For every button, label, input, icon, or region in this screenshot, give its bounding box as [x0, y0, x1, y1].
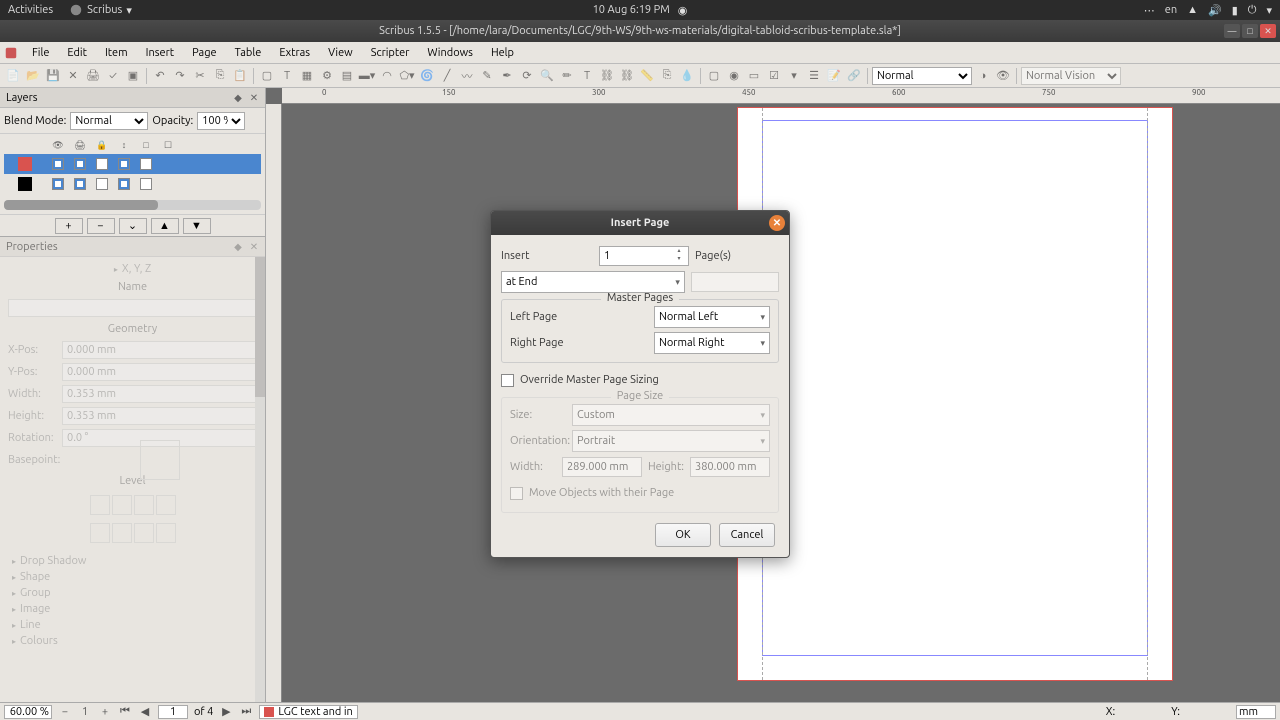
page-size-title: Page Size — [611, 390, 670, 402]
right-page-select[interactable]: Normal Right — [654, 332, 770, 354]
page-height-input — [690, 457, 770, 477]
spinner-down-icon[interactable]: ▾ — [674, 256, 684, 264]
master-pages-title: Master Pages — [601, 292, 679, 304]
right-page-label: Right Page — [510, 337, 648, 349]
move-objects-checkbox — [510, 487, 523, 500]
dialog-overlay: Insert Page ✕ Insert ▴▾ Page(s) at End M… — [0, 0, 1280, 720]
page-width-input — [562, 457, 642, 477]
page-height-label: Height: — [648, 461, 684, 473]
move-objects-label: Move Objects with their Page — [529, 487, 674, 499]
insert-label: Insert — [501, 250, 593, 262]
ok-button[interactable]: OK — [655, 523, 711, 547]
size-label: Size: — [510, 409, 566, 421]
cancel-button[interactable]: Cancel — [719, 523, 775, 547]
insert-position-select[interactable]: at End — [501, 271, 685, 293]
orientation-select: Portrait — [572, 430, 770, 452]
page-width-label: Width: — [510, 461, 556, 473]
size-select: Custom — [572, 404, 770, 426]
dialog-close-button[interactable]: ✕ — [769, 215, 785, 231]
left-page-select[interactable]: Normal Left — [654, 306, 770, 328]
insert-page-dialog: Insert Page ✕ Insert ▴▾ Page(s) at End M… — [490, 210, 790, 558]
position-page-input — [691, 272, 779, 292]
pages-label: Page(s) — [695, 250, 731, 262]
override-checkbox[interactable] — [501, 374, 514, 387]
dialog-title-bar[interactable]: Insert Page ✕ — [491, 211, 789, 235]
orientation-label: Orientation: — [510, 435, 566, 447]
override-label: Override Master Page Sizing — [520, 374, 659, 386]
left-page-label: Left Page — [510, 311, 648, 323]
insert-count-input[interactable]: ▴▾ — [599, 246, 689, 266]
